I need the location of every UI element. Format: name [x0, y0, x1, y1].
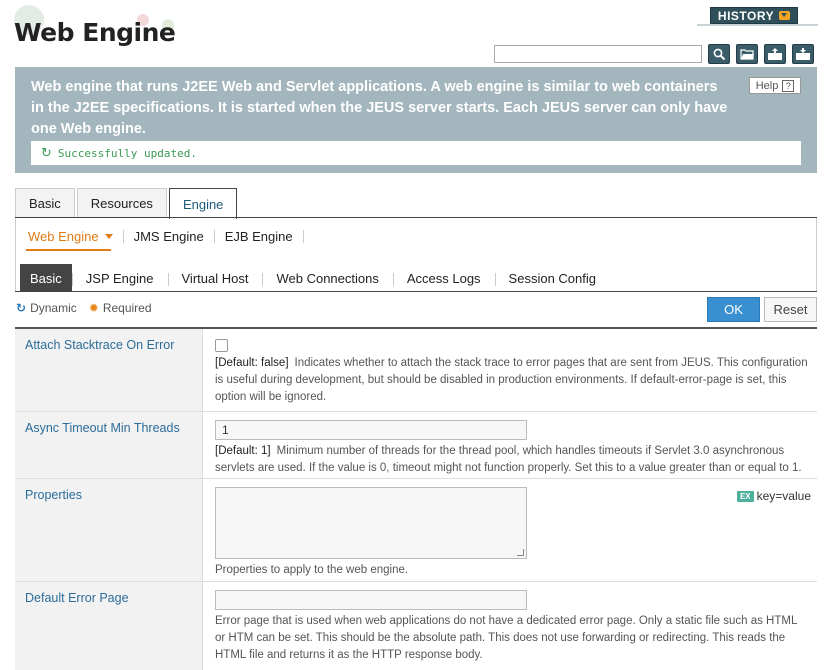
default-value: [Default: false] [215, 357, 289, 369]
tab-virtual-host[interactable]: Virtual Host [167, 264, 263, 292]
xml-import-icon [796, 48, 810, 60]
example-badge: EX [736, 490, 754, 502]
question-icon: ? [782, 79, 795, 92]
xml-export-button[interactable] [764, 44, 786, 64]
required-icon: ✹ [88, 301, 99, 315]
xml-import-button[interactable] [792, 44, 814, 64]
legend: ↻ Dynamic ✹ Required [16, 301, 152, 315]
tab-access-logs[interactable]: Access Logs [392, 264, 495, 292]
tab-web-engine[interactable]: Web Engine [28, 230, 124, 243]
status-message: ↻ Successfully updated. [31, 141, 801, 165]
tab-web-engine-label: Web Engine [28, 229, 99, 244]
field-value: Properties to apply to the web engine. E… [203, 479, 817, 581]
field-value: [Default: false] Indicates whether to att… [203, 329, 817, 411]
description-text: Web engine that runs J2EE Web and Servle… [31, 79, 728, 137]
properties-textarea[interactable] [215, 487, 527, 559]
tab-web-basic[interactable]: Basic [20, 264, 72, 292]
history-button[interactable]: HISTORY [710, 7, 798, 24]
legend-required: ✹ Required [89, 301, 152, 315]
dynamic-icon: ↻ [16, 301, 27, 315]
form-row: Default Error Page Error page that is us… [15, 582, 817, 670]
tab-ejb-engine[interactable]: EJB Engine [225, 230, 304, 243]
chevron-down-icon [779, 11, 791, 20]
example-text: key=value [756, 489, 811, 503]
default-error-page-input[interactable] [215, 590, 527, 610]
field-description: Error page that is used when web applica… [215, 615, 797, 661]
legend-dynamic: ↻ Dynamic [16, 301, 77, 315]
tab-resources[interactable]: Resources [76, 188, 167, 218]
tab-jms-engine[interactable]: JMS Engine [134, 230, 215, 243]
active-tab-underline [26, 249, 111, 251]
field-label: Async Timeout Min Threads [15, 412, 203, 478]
refresh-icon: ↻ [41, 145, 52, 160]
search-input[interactable] [494, 45, 702, 63]
search-icon [713, 48, 725, 60]
legend-dynamic-label: Dynamic [30, 301, 77, 315]
description-text: Minimum number of threads for the thread… [215, 445, 802, 474]
form-row: Attach Stacktrace On Error [Default: fal… [15, 329, 817, 412]
async-timeout-input[interactable]: 1 [215, 420, 527, 440]
history-label: HISTORY [717, 8, 775, 23]
example-hint: EX key=value [736, 489, 811, 503]
field-value: Error page that is used when web applica… [203, 582, 817, 670]
field-label: Default Error Page [15, 582, 203, 670]
default-value: [Default: 1] [215, 445, 271, 457]
field-description: [Default: false] Indicates whether to att… [215, 355, 810, 406]
tab-basic[interactable]: Basic [15, 188, 75, 218]
open-button[interactable] [736, 44, 758, 64]
field-label: Attach Stacktrace On Error [15, 329, 203, 411]
main-tabs: Basic Resources Engine [15, 188, 239, 219]
tab-engine[interactable]: Engine [168, 188, 238, 219]
reset-button[interactable]: Reset [764, 297, 817, 322]
history-divider [697, 24, 818, 26]
description-text: Indicates whether to attach the stack tr… [215, 357, 808, 403]
legend-required-label: Required [102, 301, 152, 315]
form-row: Properties Properties to apply to the we… [15, 479, 817, 582]
attach-stacktrace-checkbox[interactable] [215, 339, 228, 352]
status-text: Successfully updated. [57, 146, 197, 160]
search-button[interactable] [708, 44, 730, 64]
help-button[interactable]: Help ? [749, 77, 801, 94]
tab-divider [15, 291, 817, 292]
field-description: [Default: 1] Minimum number of threads fo… [215, 443, 810, 477]
xml-export-icon [768, 48, 782, 60]
field-label: Properties [15, 479, 203, 581]
description-panel: Web engine that runs J2EE Web and Servle… [15, 67, 817, 173]
engine-tabs: Web Engine JMS Engine EJB Engine [28, 230, 314, 243]
tab-jsp-engine[interactable]: JSP Engine [71, 264, 168, 292]
web-engine-tabs: Basic JSP Engine Virtual Host Web Connec… [20, 264, 610, 292]
tab-session-config[interactable]: Session Config [494, 264, 610, 292]
help-label: Help [755, 79, 779, 92]
folder-open-icon [739, 49, 754, 60]
settings-form: Attach Stacktrace On Error [Default: fal… [15, 327, 817, 670]
form-row: Async Timeout Min Threads 1 [Default: 1]… [15, 412, 817, 479]
page-title: Web Engine [14, 18, 176, 47]
field-description: Properties to apply to the web engine. [215, 564, 409, 576]
tab-web-connections[interactable]: Web Connections [262, 264, 392, 292]
caret-down-icon [104, 234, 113, 239]
field-value: 1 [Default: 1] Minimum number of threads … [203, 412, 817, 478]
ok-button[interactable]: OK [707, 297, 760, 322]
